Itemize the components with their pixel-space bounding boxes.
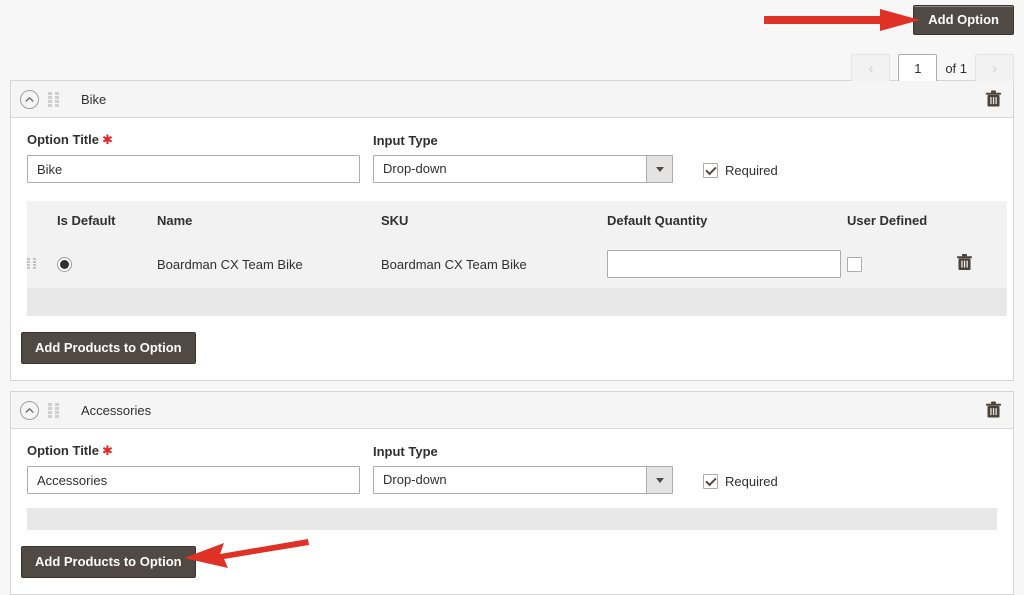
add-products-to-option-button[interactable]: Add Products to Option: [21, 546, 196, 578]
chevron-left-icon: ‹: [868, 60, 874, 77]
option-panel-title: Accessories: [81, 402, 152, 418]
user-defined-checkbox[interactable]: [847, 256, 862, 272]
pagination-next-button[interactable]: ›: [975, 54, 1014, 83]
chevron-down-icon[interactable]: [646, 156, 672, 182]
delete-row-button[interactable]: [957, 254, 972, 271]
input-type-select-value[interactable]: Drop-down: [373, 155, 673, 183]
row-user-defined-cell: [847, 240, 957, 288]
table-footer-cell: [27, 288, 1007, 316]
chevron-up-circle-icon[interactable]: [20, 89, 39, 109]
pagination-page-input[interactable]: [898, 54, 938, 83]
option-fields-row: Option Title✱ Input Type Drop-down Requi…: [27, 443, 997, 494]
option-panel-title: Bike: [81, 91, 107, 107]
page-toolbar: Add Option: [0, 0, 1024, 36]
table-col-is-default: Is Default: [57, 201, 157, 240]
option-panel-body: Option Title✱ Input Type Drop-down Requi…: [11, 429, 1013, 530]
table-col-name: Name: [157, 201, 381, 240]
drag-handle-icon[interactable]: [27, 257, 36, 271]
required-checkbox-label: Required: [725, 163, 778, 178]
option-title-input[interactable]: [27, 155, 360, 183]
option-panel-accessories: Accessories Option Title✱ Input Type: [10, 391, 1014, 595]
delete-option-button[interactable]: [986, 90, 1001, 108]
required-checkbox[interactable]: [703, 163, 718, 178]
default-quantity-input[interactable]: [607, 250, 841, 278]
option-title-field: Option Title ✱: [27, 443, 360, 494]
option-title-label: Option Title ✱: [27, 443, 113, 458]
add-products-to-option-button[interactable]: Add Products to Option: [21, 332, 196, 364]
empty-table-strip: [27, 508, 997, 530]
table-col-grip: [27, 201, 57, 240]
option-panel-bike: Bike Option Title✱ Input Type: [10, 80, 1014, 381]
input-type-label: Input Type: [373, 444, 438, 459]
pagination-total-label: of 1: [945, 61, 967, 76]
chevron-right-icon: ›: [992, 60, 997, 77]
required-checkbox-group: Required: [703, 163, 778, 183]
chevron-down-icon[interactable]: [646, 467, 672, 493]
table-col-user-defined: User Defined: [847, 201, 957, 240]
drag-handle-icon[interactable]: [48, 91, 59, 107]
required-checkbox[interactable]: [703, 474, 718, 489]
option-values-table: Is Default Name SKU Default Quantity Use…: [27, 201, 1007, 316]
table-row: Boardman CX Team Bike Boardman CX Team B…: [27, 240, 1007, 288]
drag-handle-icon[interactable]: [48, 402, 59, 418]
required-asterisk: ✱: [101, 443, 113, 458]
table-col-default-quantity: Default Quantity: [607, 201, 847, 240]
table-col-actions: [957, 201, 1007, 240]
input-type-field: Input Type Drop-down: [373, 444, 673, 494]
table-footer-row: [27, 288, 1007, 316]
chevron-up-circle-icon[interactable]: [20, 400, 39, 420]
pagination: ‹ of 1 ›: [851, 54, 1014, 83]
option-title-input[interactable]: [27, 466, 360, 494]
required-asterisk: ✱: [101, 132, 113, 147]
input-type-select[interactable]: Drop-down: [373, 155, 673, 183]
option-title-label: Option Title ✱: [27, 132, 113, 147]
option-panel-header[interactable]: Accessories: [11, 392, 1013, 429]
input-type-select[interactable]: Drop-down: [373, 466, 673, 494]
option-panel-footer: Add Products to Option: [11, 316, 1013, 380]
option-title-field: Option Title ✱: [27, 132, 360, 183]
option-panel-body: Option Title✱ Input Type Drop-down Requi…: [11, 118, 1013, 316]
is-default-radio[interactable]: [57, 256, 72, 272]
input-type-field: Input Type Drop-down: [373, 133, 673, 183]
row-name-cell: Boardman CX Team Bike: [157, 240, 381, 288]
required-checkbox-group: Required: [703, 474, 778, 494]
add-option-button[interactable]: Add Option: [913, 5, 1014, 35]
option-panel-footer: Add Products to Option: [11, 530, 1013, 594]
delete-option-button[interactable]: [986, 401, 1001, 419]
option-panel-header[interactable]: Bike: [11, 81, 1013, 118]
row-sku-cell: Boardman CX Team Bike: [381, 240, 607, 288]
row-default-quantity-cell: [607, 240, 847, 288]
row-actions-cell: [957, 240, 1007, 288]
row-is-default-cell: [57, 240, 157, 288]
pagination-prev-button[interactable]: ‹: [851, 54, 891, 83]
option-fields-row: Option Title✱ Input Type Drop-down Requi…: [27, 132, 997, 183]
table-col-sku: SKU: [381, 201, 607, 240]
required-checkbox-label: Required: [725, 474, 778, 489]
table-header-row: Is Default Name SKU Default Quantity Use…: [27, 201, 1007, 240]
input-type-select-value[interactable]: Drop-down: [373, 466, 673, 494]
row-drag-cell: [27, 240, 57, 288]
input-type-label: Input Type: [373, 133, 438, 148]
